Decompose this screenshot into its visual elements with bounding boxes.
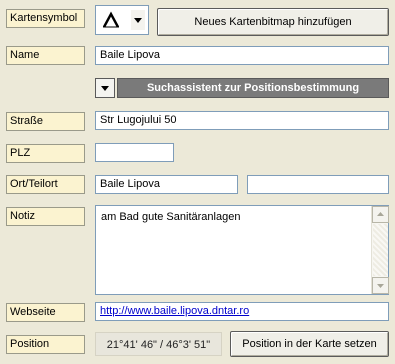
zip-label: PLZ bbox=[6, 144, 85, 163]
search-assistant-label: Suchassistent zur Positionsbestimmung bbox=[146, 82, 360, 94]
website-link[interactable]: http://www.baile.lipova.dntar.ro bbox=[100, 305, 249, 317]
note-scrollbar[interactable] bbox=[371, 206, 389, 294]
map-symbol-icon bbox=[102, 11, 120, 28]
town-field[interactable]: Baile Lipova bbox=[95, 175, 238, 194]
position-label: Position bbox=[6, 335, 85, 354]
note-label: Notiz bbox=[6, 207, 85, 226]
map-symbol-picker[interactable] bbox=[95, 5, 149, 35]
scroll-down-button[interactable] bbox=[372, 277, 389, 294]
chevron-down-icon bbox=[134, 18, 142, 23]
map-symbol-label: Kartensymbol bbox=[6, 9, 85, 28]
scroll-up-icon bbox=[377, 212, 384, 216]
scroll-track[interactable] bbox=[373, 224, 388, 276]
name-label: Name bbox=[6, 46, 85, 65]
position-coordinates: 21°41' 46" / 46°3' 51" bbox=[95, 332, 222, 356]
website-field[interactable]: http://www.baile.lipova.dntar.ro bbox=[95, 302, 389, 321]
add-map-bitmap-button[interactable]: Neues Kartenbitmap hinzufügen bbox=[157, 8, 389, 36]
assistant-toggle-button[interactable] bbox=[95, 78, 115, 98]
subtown-field[interactable] bbox=[247, 175, 389, 194]
town-label: Ort/Teilort bbox=[6, 175, 85, 194]
website-label: Webseite bbox=[6, 303, 85, 322]
scroll-down-icon bbox=[377, 284, 384, 288]
search-assistant-bar[interactable]: Suchassistent zur Positionsbestimmung bbox=[117, 78, 389, 98]
street-label: Straße bbox=[6, 112, 85, 131]
zip-field[interactable] bbox=[95, 143, 174, 162]
name-field[interactable]: Baile Lipova bbox=[95, 46, 389, 65]
chevron-down-icon bbox=[101, 86, 109, 91]
note-text: am Bad gute Sanitäranlagen bbox=[101, 211, 241, 223]
set-position-on-map-button[interactable]: Position in der Karte setzen bbox=[230, 331, 389, 357]
scroll-up-button[interactable] bbox=[372, 206, 389, 223]
note-textarea[interactable]: am Bad gute Sanitäranlagen bbox=[95, 205, 389, 295]
street-field[interactable]: Str Lugojului 50 bbox=[95, 111, 389, 130]
symbol-dropdown-button[interactable] bbox=[131, 10, 145, 30]
